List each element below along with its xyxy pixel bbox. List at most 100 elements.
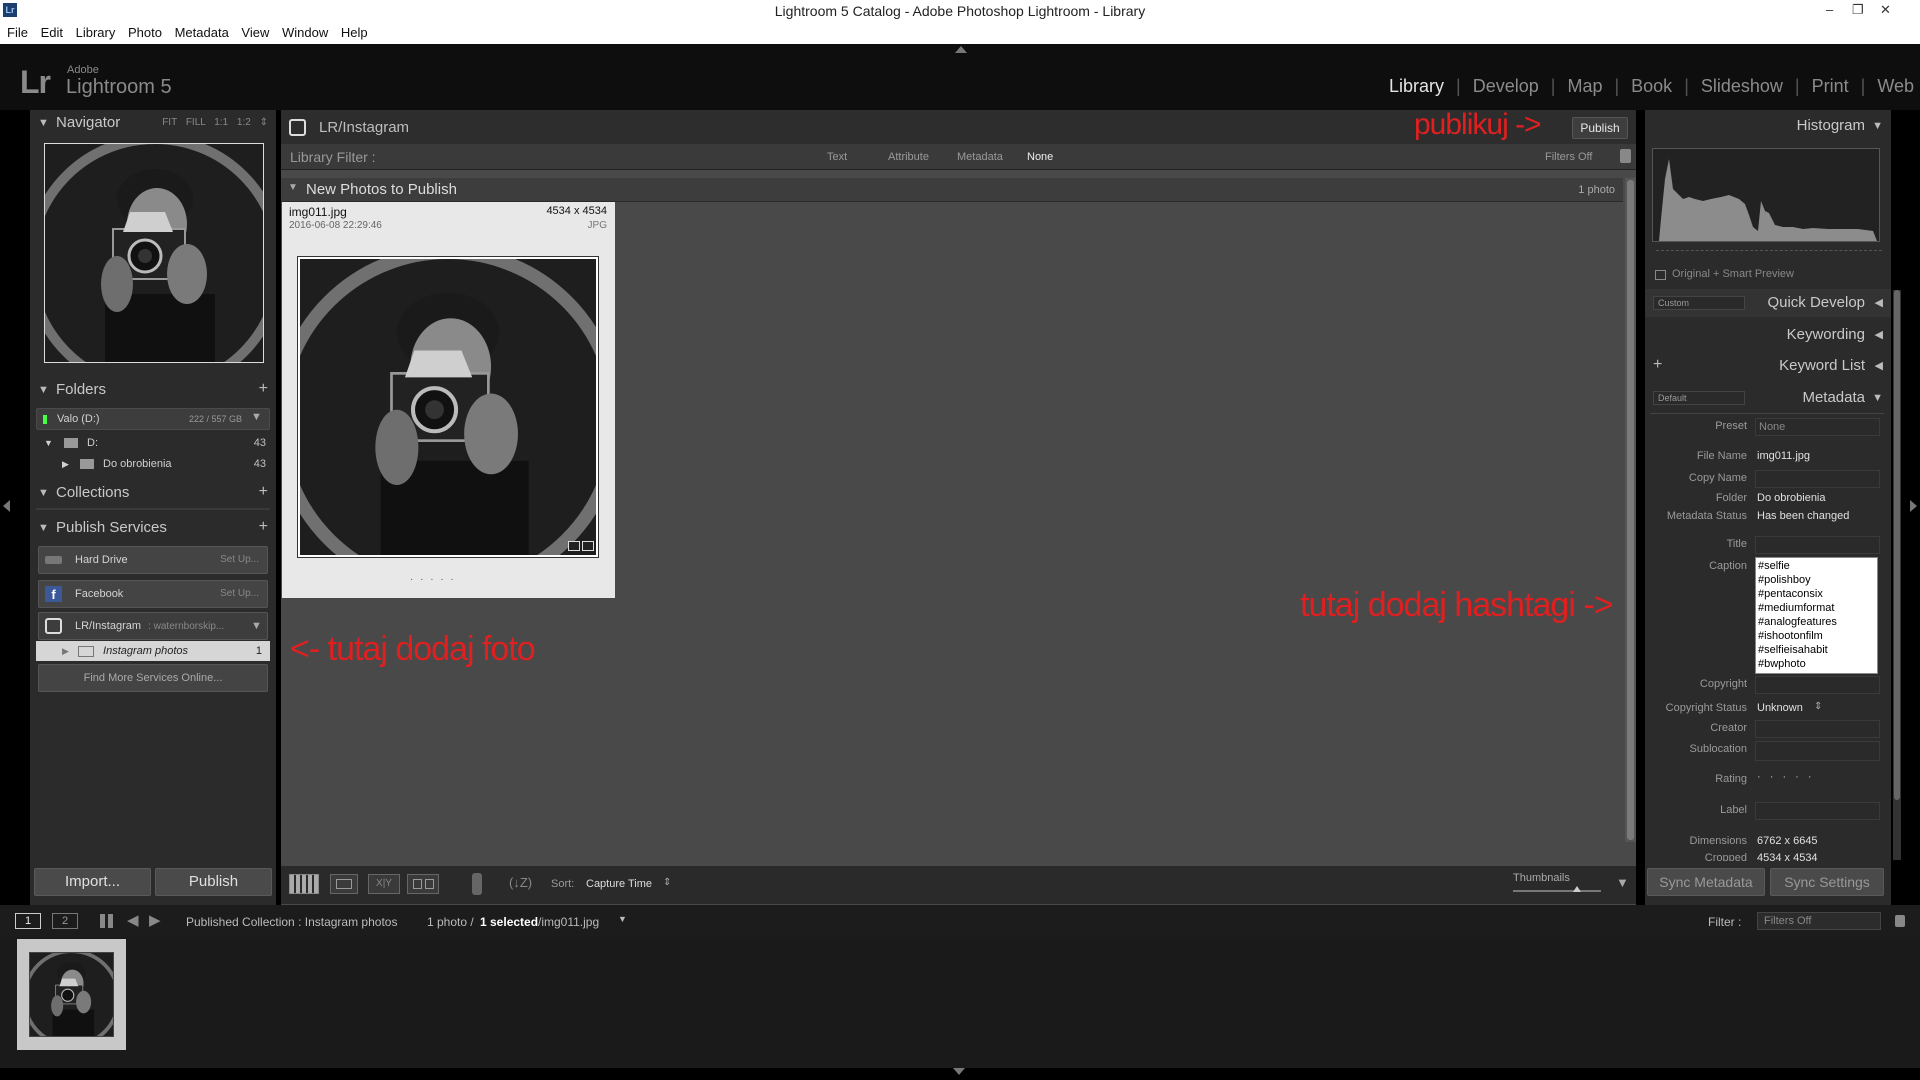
top-panel-toggle-icon[interactable] — [955, 46, 967, 53]
filmstrip-filter-select[interactable]: Filters Off — [1757, 912, 1881, 930]
hard-drive-service[interactable]: Hard Drive Set Up... — [38, 546, 268, 574]
filter-none[interactable]: None — [1027, 151, 1053, 163]
right-panel-toggle-icon[interactable] — [1910, 500, 1917, 512]
histogram-header[interactable]: Histogram ▼ — [1645, 112, 1891, 140]
filter-attribute[interactable]: Attribute — [888, 151, 929, 163]
sync-settings-button[interactable]: Sync Settings — [1770, 868, 1884, 896]
find-more-services-button[interactable]: Find More Services Online... — [38, 664, 268, 692]
quick-develop-header[interactable]: Custom Quick Develop ◀ — [1645, 289, 1891, 317]
publish-now-button[interactable]: Publish — [1572, 117, 1628, 139]
sort-direction-icon[interactable]: (↓Z) — [509, 875, 532, 890]
folder-row[interactable]: ▶ Do obrobienia 43 — [36, 453, 270, 475]
filmstrip-source[interactable]: Published Collection : Instagram photos — [186, 915, 397, 929]
keywording-header[interactable]: Keywording ◀ — [1645, 321, 1891, 349]
grid-icon[interactable] — [100, 914, 114, 928]
add-publish-service-icon[interactable]: + — [259, 514, 268, 540]
sort-chevron-icon[interactable]: ⇕ — [663, 877, 671, 888]
module-map[interactable]: Map — [1567, 76, 1602, 97]
back-arrow-icon[interactable]: ◀ — [127, 911, 139, 929]
sort-select[interactable]: Capture Time — [586, 878, 652, 890]
module-library[interactable]: Library — [1389, 76, 1444, 97]
thumbnail-rating[interactable]: · · · · · — [410, 574, 456, 585]
expand-icon[interactable]: ▶ — [62, 459, 69, 469]
collection-section-header[interactable]: ▼ New Photos to Publish 1 photo — [281, 178, 1623, 202]
filter-text[interactable]: Text — [827, 151, 847, 163]
folder-value[interactable]: Do obrobienia — [1757, 492, 1826, 504]
publish-services-header[interactable]: ▼ Publish Services + — [30, 515, 276, 541]
folders-header[interactable]: ▼ Folders + — [30, 377, 276, 403]
filter-presets[interactable]: Filters Off — [1545, 151, 1592, 163]
copyright-field[interactable] — [1755, 676, 1880, 694]
title-field[interactable] — [1755, 536, 1880, 554]
menu-window[interactable]: Window — [282, 25, 328, 40]
forward-arrow-icon[interactable]: ▶ — [149, 911, 161, 929]
menu-file[interactable]: File — [7, 25, 28, 40]
setup-link[interactable]: Set Up... — [220, 581, 259, 607]
close-button[interactable]: ✕ — [1880, 0, 1891, 20]
navigator-zoom-options[interactable]: FIT FILL 1:1 1:2 ⇕ — [162, 110, 268, 136]
collections-header[interactable]: ▼ Collections + — [30, 480, 276, 506]
grid-scrollbar[interactable] — [1625, 178, 1636, 842]
histogram-graph[interactable] — [1652, 148, 1880, 242]
navigator-preview[interactable] — [44, 143, 264, 363]
main-window-button[interactable]: 1 — [15, 913, 41, 929]
right-panel-scrollbar[interactable] — [1893, 290, 1901, 860]
photo-cell[interactable]: img011.jpg 4534 x 4534 2016-06-08 22:29:… — [282, 202, 615, 598]
saved-preset-select[interactable]: Custom — [1653, 296, 1745, 310]
lock-icon[interactable] — [1620, 149, 1631, 163]
minimize-button[interactable]: – — [1826, 0, 1833, 20]
menu-view[interactable]: View — [241, 25, 269, 40]
navigator-header[interactable]: ▼ Navigator FIT FILL 1:1 1:2 ⇕ — [30, 110, 276, 136]
copy-name-field[interactable] — [1755, 470, 1880, 488]
collapse-icon[interactable]: ▼ — [288, 182, 298, 193]
preset-select[interactable]: None — [1755, 418, 1880, 436]
menu-photo[interactable]: Photo — [128, 25, 162, 40]
loupe-view-icon[interactable] — [330, 874, 358, 894]
survey-view-icon[interactable] — [407, 874, 439, 894]
painter-icon[interactable] — [472, 873, 482, 895]
zoom-fill[interactable]: FILL — [186, 117, 206, 128]
rating-stars[interactable]: · · · · · — [1757, 771, 1815, 783]
menu-edit[interactable]: Edit — [41, 25, 63, 40]
filmstrip-file-menu-icon[interactable]: ▼ — [618, 914, 627, 924]
expand-icon[interactable]: ▼ — [44, 438, 53, 448]
metadata-view-select[interactable]: Default — [1653, 391, 1745, 405]
volume-menu-icon[interactable]: ▼ — [251, 411, 262, 423]
filter-lock-icon[interactable] — [1895, 915, 1905, 927]
grid-view-icon[interactable] — [289, 874, 319, 894]
caption-textarea[interactable]: #selfie #polishboy #pentaconsix #mediumf… — [1755, 557, 1878, 674]
setup-link[interactable]: Set Up... — [220, 547, 259, 573]
module-book[interactable]: Book — [1631, 76, 1672, 97]
volume-bar[interactable]: Valo (D:) 222 / 557 GB ▼ — [36, 408, 270, 430]
metadata-header[interactable]: Default Metadata ▼ — [1645, 384, 1891, 412]
filmstrip-thumbnail[interactable] — [17, 939, 126, 1050]
folder-row[interactable]: ▼ D: 43 — [36, 432, 270, 454]
add-keyword-icon[interactable]: + — [1653, 351, 1662, 379]
sync-metadata-button[interactable]: Sync Metadata — [1647, 868, 1765, 896]
menu-library[interactable]: Library — [76, 25, 116, 40]
module-develop[interactable]: Develop — [1473, 76, 1539, 97]
bottom-panel-toggle-icon[interactable] — [953, 1068, 965, 1075]
metadata-status-value[interactable]: Has been changed — [1757, 510, 1849, 522]
instagram-collection-row[interactable]: ▶ Instagram photos 1 — [36, 641, 270, 661]
menu-help[interactable]: Help — [341, 25, 368, 40]
creator-field[interactable] — [1755, 720, 1880, 738]
sublocation-field[interactable] — [1755, 741, 1880, 761]
compare-view-icon[interactable]: X|Y — [368, 874, 400, 894]
module-print[interactable]: Print — [1812, 76, 1849, 97]
file-name-value[interactable]: img011.jpg — [1757, 450, 1810, 462]
label-field[interactable] — [1755, 802, 1880, 820]
keyword-list-header[interactable]: + Keyword List ◀ — [1645, 352, 1891, 380]
photo-thumbnail[interactable] — [297, 256, 599, 558]
secondary-window-button[interactable]: 2 — [52, 913, 78, 929]
publish-button[interactable]: Publish — [155, 868, 272, 896]
module-slideshow[interactable]: Slideshow — [1701, 76, 1783, 97]
restore-button[interactable]: ❐ — [1852, 0, 1864, 20]
import-button[interactable]: Import... — [34, 868, 151, 896]
service-menu-icon[interactable]: ▼ — [251, 613, 262, 639]
menu-metadata[interactable]: Metadata — [175, 25, 229, 40]
zoom-1-2[interactable]: 1:2 — [237, 117, 251, 128]
add-collection-icon[interactable]: + — [259, 479, 268, 505]
instagram-service[interactable]: LR/Instagram : waternborskip... ▼ — [38, 612, 268, 640]
copyright-status-select[interactable]: Unknown — [1757, 702, 1803, 714]
